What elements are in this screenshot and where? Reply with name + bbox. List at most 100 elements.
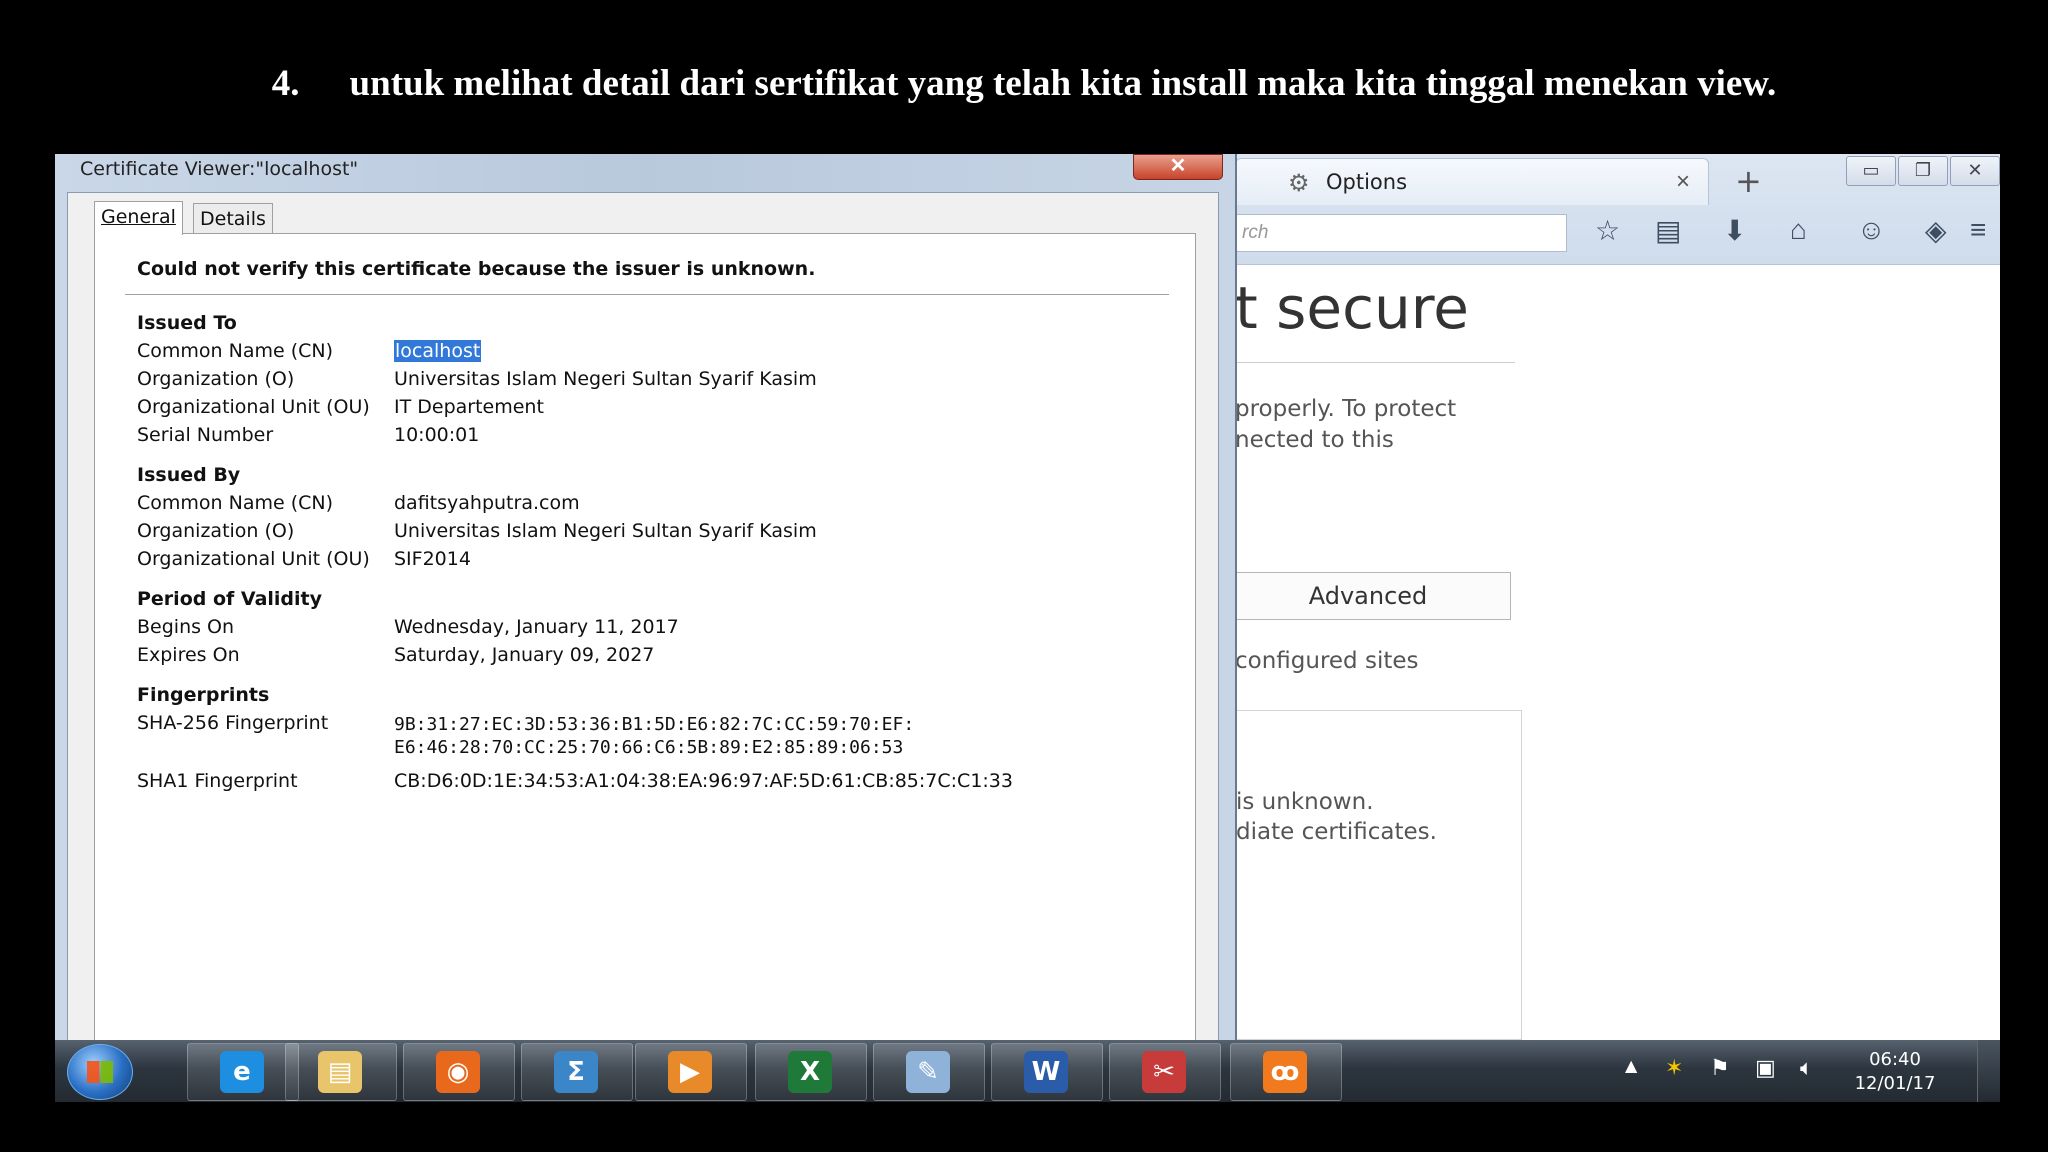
fingerprints-heading: Fingerprints <box>137 684 270 706</box>
begins-on-value: Wednesday, January 11, 2017 <box>394 616 679 638</box>
taskbar-button-paint[interactable]: ✎ <box>873 1043 985 1101</box>
general-panel: Could not verify this certificate becaus… <box>94 233 1196 1043</box>
taskbar-button-math-input[interactable]: Σ <box>521 1043 633 1101</box>
validity-heading: Period of Validity <box>137 588 322 610</box>
taskbar-button-media-player[interactable]: ▶ <box>635 1043 747 1101</box>
sha1-label: SHA1 Fingerprint <box>137 770 298 792</box>
volume-icon[interactable]: 🔈︎ <box>1800 1056 1813 1081</box>
issued-by-ou-value: SIF2014 <box>394 548 471 570</box>
search-placeholder: rch <box>1242 222 1269 243</box>
tab-options[interactable]: ⚙ Options × <box>1235 158 1709 205</box>
internet-explorer-icon: e <box>220 1051 264 1093</box>
firefox-icon: ◉ <box>436 1051 480 1093</box>
sha256-label: SHA-256 Fingerprint <box>137 712 329 734</box>
file-explorer-icon: ▤ <box>318 1051 362 1093</box>
issued-to-cn-label: Common Name (CN) <box>137 340 334 362</box>
close-tab-icon[interactable]: × <box>1676 168 1690 196</box>
close-window-button[interactable]: ✕ <box>1950 156 2000 186</box>
xampp-icon: ꝏ <box>1263 1051 1307 1093</box>
certificate-viewer-dialog: Certificate Viewer:"localhost" ✕ General… <box>55 154 1237 1043</box>
show-desktop-button[interactable] <box>1977 1040 2000 1102</box>
expires-on-value: Saturday, January 09, 2027 <box>394 644 655 666</box>
serial-number-value: 10:00:01 <box>394 424 480 446</box>
selected-text: localhost <box>394 340 482 362</box>
restore-button[interactable]: ❐ <box>1898 156 1948 186</box>
configured-sites-text: configured sites <box>1235 648 1419 674</box>
warning-text-line2: nected to this <box>1235 427 1394 453</box>
window-controls: ▭ ❐ ✕ <box>1844 156 2000 186</box>
details-line2: diate certificates. <box>1236 819 1437 845</box>
taskbar-button-xampp[interactable]: ꝏ <box>1230 1043 1342 1101</box>
divider <box>125 294 1169 295</box>
sha256-value-line2: E6:46:28:70:CC:25:70:66:C6:5B:89:E2:85:8… <box>394 737 904 758</box>
slide-caption: 4. untuk melihat detail dari sertifikat y… <box>0 62 2048 105</box>
issued-to-o-value: Universitas Islam Negeri Sultan Syarif K… <box>394 368 817 390</box>
search-input[interactable]: rch <box>1235 214 1567 252</box>
heading-divider <box>1235 362 1515 363</box>
serial-number-label: Serial Number <box>137 424 274 446</box>
issued-by-cn-label: Common Name (CN) <box>137 492 334 514</box>
minimize-button[interactable]: ▭ <box>1846 156 1896 186</box>
sha256-value-line1: 9B:31:27:EC:3D:53:36:B1:5D:E6:82:7C:CC:5… <box>394 714 915 735</box>
issued-to-heading: Issued To <box>137 312 237 334</box>
dialog-body: General Details Could not verify this ce… <box>67 192 1219 1043</box>
taskbar-button-internet-explorer[interactable]: e <box>187 1043 299 1101</box>
caption-text: untuk melihat detail dari sertifikat yan… <box>349 63 1777 104</box>
advanced-button[interactable]: Advanced <box>1225 572 1511 620</box>
details-box: is unknown. diate certificates. <box>1235 710 1522 1040</box>
issued-to-ou-value: IT Departement <box>394 396 544 418</box>
start-button[interactable] <box>67 1044 133 1100</box>
dialog-title: Certificate Viewer:"localhost" <box>80 158 359 180</box>
taskbar-button-firefox[interactable]: ◉ <box>403 1043 515 1101</box>
tab-general[interactable]: General <box>94 201 183 235</box>
issued-by-ou-label: Organizational Unit (OU) <box>137 548 370 570</box>
taskbar-button-word[interactable]: W <box>991 1043 1103 1101</box>
taskbar: e ▤ ◉ Σ ▶ X ✎ W ✂ ꝏ ▲ ✶ ⚑ ▣ 🔈︎ 06:40 12/01/17 <box>55 1040 2000 1102</box>
pocket-icon[interactable]: ◈ <box>1925 214 1947 247</box>
issued-to-cn-value[interactable]: localhost <box>394 340 482 362</box>
taskbar-button-snipping-tool[interactable]: ✂ <box>1109 1043 1221 1101</box>
firefox-window: ⚙ Options × + ▭ ❐ ✕ rch ☆ ▤ ⬇ ⌂ ☺ ◈ ≡ t … <box>1225 154 2000 1040</box>
dialog-close-button[interactable]: ✕ <box>1133 154 1223 180</box>
action-center-flag-icon[interactable]: ⚑ <box>1710 1056 1730 1081</box>
caption-number: 4. <box>271 63 300 104</box>
home-icon[interactable]: ⌂ <box>1790 214 1807 246</box>
math-input-icon: Σ <box>554 1051 598 1093</box>
warning-text-line1: properly. To protect <box>1235 396 1457 422</box>
issued-by-o-label: Organization (O) <box>137 520 295 542</box>
show-hidden-icons-button[interactable]: ▲ <box>1625 1056 1637 1075</box>
verification-warning: Could not verify this certificate becaus… <box>137 258 816 280</box>
issued-by-o-value: Universitas Islam Negeri Sultan Syarif K… <box>394 520 817 542</box>
system-clock[interactable]: 06:40 12/01/17 <box>1845 1048 1945 1096</box>
begins-on-label: Begins On <box>137 616 235 638</box>
issued-by-cn-value: dafitsyahputra.com <box>394 492 580 514</box>
menu-icon[interactable]: ≡ <box>1970 214 1986 246</box>
taskbar-button-excel[interactable]: X <box>755 1043 867 1101</box>
issued-by-heading: Issued By <box>137 464 241 486</box>
desktop-screen: ⚙ Options × + ▭ ❐ ✕ rch ☆ ▤ ⬇ ⌂ ☺ ◈ ≡ t … <box>55 154 2000 1102</box>
tab-title: Options <box>1326 170 1408 194</box>
clock-time: 06:40 <box>1869 1049 1921 1070</box>
snipping-tool-icon: ✂ <box>1142 1051 1186 1093</box>
power-icon[interactable]: ▣ <box>1755 1056 1776 1081</box>
clock-date: 12/01/17 <box>1854 1073 1936 1094</box>
network-icon[interactable]: ✶ <box>1665 1056 1683 1081</box>
sha1-value: CB:D6:0D:1E:34:53:A1:04:38:EA:96:97:AF:5… <box>394 770 1013 792</box>
media-player-icon: ▶ <box>668 1051 712 1093</box>
taskbar-button-file-explorer[interactable]: ▤ <box>285 1043 397 1101</box>
page-heading: t secure <box>1235 274 1469 342</box>
issued-to-ou-label: Organizational Unit (OU) <box>137 396 370 418</box>
reading-list-icon[interactable]: ▤ <box>1655 214 1681 247</box>
details-line1: is unknown. <box>1236 789 1374 815</box>
bookmark-star-icon[interactable]: ☆ <box>1595 214 1620 247</box>
issued-to-o-label: Organization (O) <box>137 368 295 390</box>
word-icon: W <box>1024 1051 1068 1093</box>
expires-on-label: Expires On <box>137 644 240 666</box>
firefox-toolbar: ⚙ Options × + ▭ ❐ ✕ rch ☆ ▤ ⬇ ⌂ ☺ ◈ ≡ <box>1235 154 2000 265</box>
download-icon[interactable]: ⬇ <box>1723 214 1746 247</box>
gear-icon: ⚙ <box>1288 170 1310 197</box>
chat-icon[interactable]: ☺ <box>1857 214 1886 246</box>
tab-details[interactable]: Details <box>193 203 273 235</box>
new-tab-button[interactable]: + <box>1735 162 1762 200</box>
excel-icon: X <box>788 1051 832 1093</box>
